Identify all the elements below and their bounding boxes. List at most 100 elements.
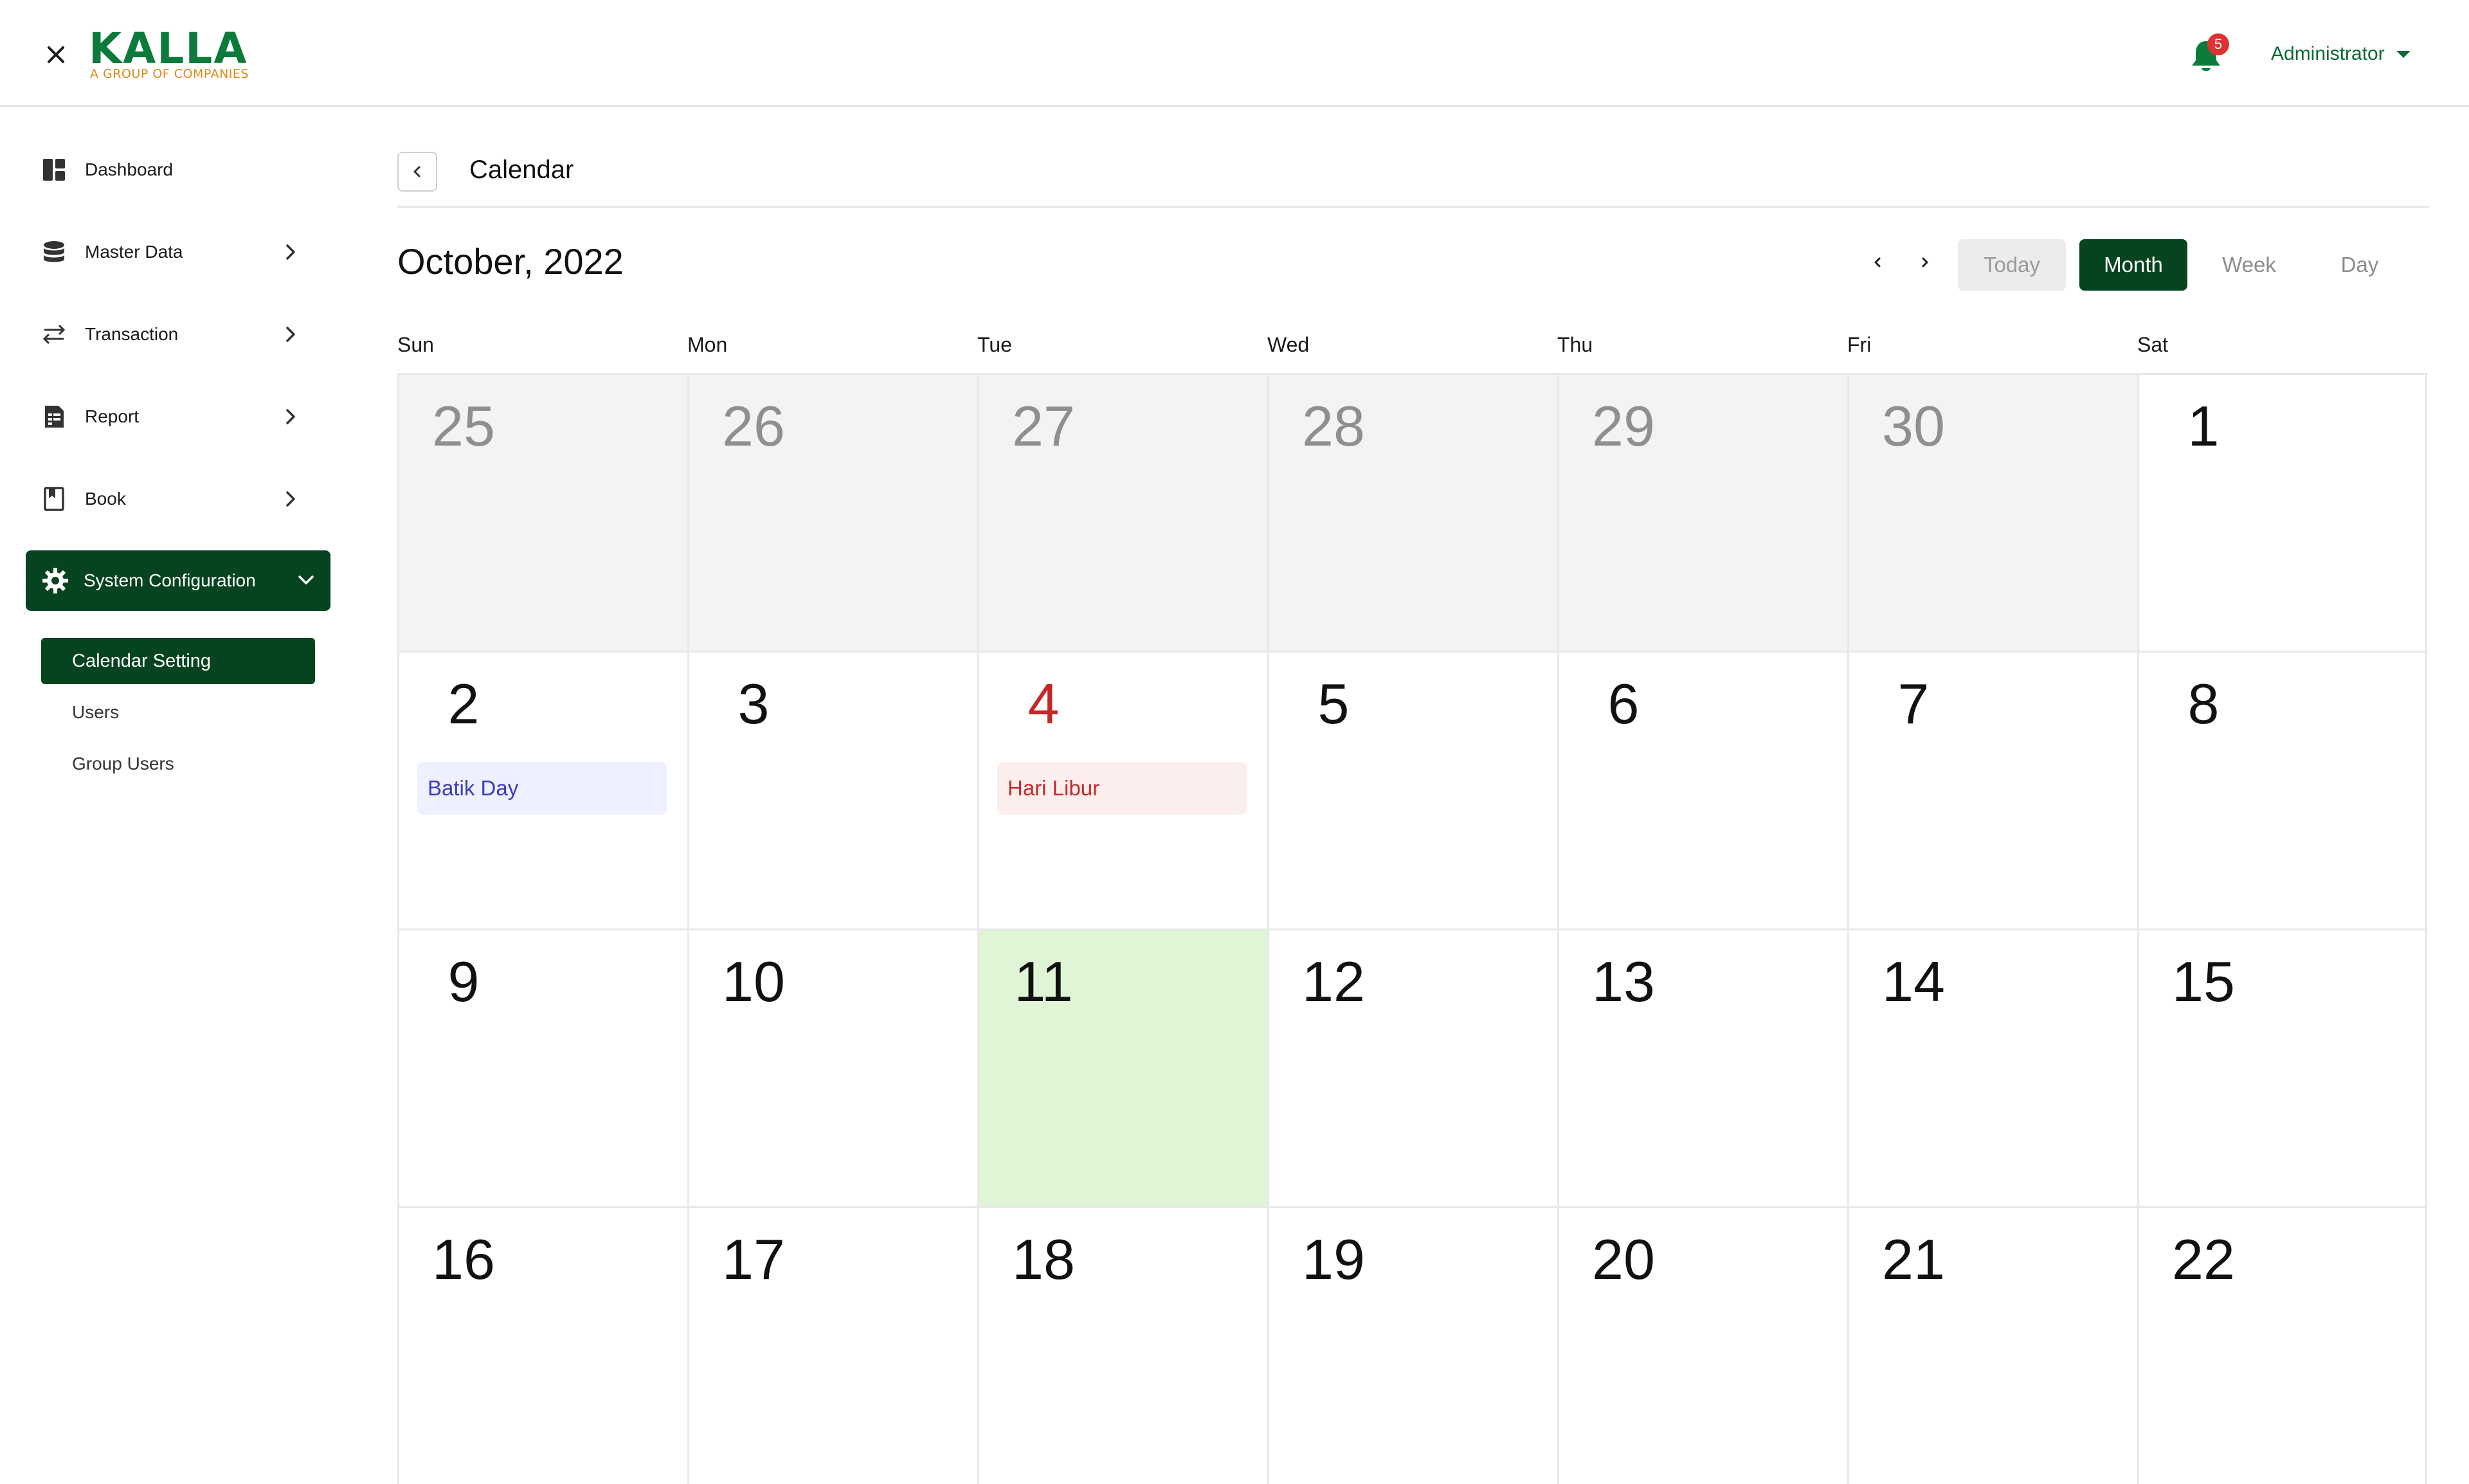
day-number: 5 bbox=[1317, 672, 1350, 736]
sidebar-item-master-data[interactable]: Master Data bbox=[41, 233, 311, 271]
report-icon bbox=[41, 404, 67, 430]
sidebar: Dashboard Master Data Transaction Report… bbox=[0, 107, 360, 1389]
calendar-event[interactable]: Hari Libur bbox=[997, 762, 1247, 815]
weekday-label: Wed bbox=[1267, 333, 1310, 356]
day-number: 7 bbox=[1897, 672, 1930, 736]
sidebar-item-label: Report bbox=[85, 406, 140, 426]
database-icon bbox=[41, 239, 67, 265]
day-number: 15 bbox=[2172, 950, 2235, 1013]
month-view-button[interactable]: Month bbox=[2079, 239, 2187, 291]
weekday-label: Mon bbox=[687, 333, 728, 356]
calendar-day-cell[interactable]: 26 bbox=[687, 373, 977, 651]
chevron-left-icon bbox=[1874, 257, 1881, 267]
sidebar-item-dashboard[interactable]: Dashboard bbox=[41, 150, 311, 189]
logo-tagline: A GROUP OF COMPANIES bbox=[90, 67, 249, 81]
month-label: October, 2022 bbox=[397, 241, 624, 282]
sidebar-item-label: Master Data bbox=[85, 242, 183, 262]
day-number: 21 bbox=[1882, 1227, 1945, 1291]
day-number: 16 bbox=[432, 1227, 495, 1291]
book-icon bbox=[41, 486, 67, 512]
calendar-day-cell[interactable]: 29 bbox=[1557, 373, 1847, 651]
day-number: 12 bbox=[1302, 950, 1365, 1013]
weekday-header: Sun Mon Tue Wed Thu Fri Sat bbox=[397, 333, 2429, 359]
today-button[interactable]: Today bbox=[1958, 239, 2066, 291]
calendar-day-cell[interactable]: 7 bbox=[1847, 651, 2137, 928]
day-number: 2 bbox=[448, 672, 480, 736]
calendar-day-cell[interactable]: 5 bbox=[1267, 651, 1557, 928]
day-view-button[interactable]: Day bbox=[2315, 239, 2405, 291]
day-number: 18 bbox=[1012, 1227, 1075, 1291]
chevron-right-icon bbox=[286, 244, 295, 260]
calendar-day-cell[interactable]: 9 bbox=[397, 928, 687, 1206]
chevron-down-icon bbox=[298, 575, 314, 584]
sidebar-item-transaction[interactable]: Transaction bbox=[41, 315, 311, 354]
calendar-day-cell[interactable]: 14 bbox=[1847, 928, 2137, 1206]
calendar-day-cell[interactable]: 4 Hari Libur bbox=[977, 651, 1267, 928]
day-number: 25 bbox=[432, 394, 495, 458]
calendar-day-cell[interactable]: 10 bbox=[687, 928, 977, 1206]
transfer-icon bbox=[41, 321, 67, 347]
calendar-day-cell-today[interactable]: 11 bbox=[977, 928, 1267, 1206]
calendar-day-cell[interactable]: 2 Batik Day bbox=[397, 651, 687, 928]
day-number: 26 bbox=[722, 394, 785, 458]
back-button[interactable] bbox=[397, 152, 437, 192]
calendar-day-cell[interactable]: 28 bbox=[1267, 373, 1557, 651]
day-number: 22 bbox=[2172, 1227, 2235, 1291]
day-number: 10 bbox=[722, 950, 785, 1013]
prev-month-button[interactable] bbox=[1865, 249, 1890, 275]
next-month-button[interactable] bbox=[1912, 249, 1938, 275]
day-number: 20 bbox=[1592, 1227, 1655, 1291]
day-number: 1 bbox=[2187, 394, 2220, 458]
chevron-right-icon bbox=[1922, 257, 1928, 267]
week-view-button[interactable]: Week bbox=[2195, 239, 2303, 291]
calendar-day-cell[interactable]: 1 bbox=[2137, 373, 2427, 651]
weekday-label: Sat bbox=[2137, 333, 2169, 356]
calendar-day-cell[interactable]: 15 bbox=[2137, 928, 2427, 1206]
calendar-day-cell[interactable]: 18 bbox=[977, 1206, 1267, 1484]
day-number: 29 bbox=[1592, 394, 1655, 458]
weekday-label: Sun bbox=[397, 333, 434, 356]
sidebar-item-label: System Configuration bbox=[84, 570, 256, 590]
calendar-day-cell[interactable]: 16 bbox=[397, 1206, 687, 1484]
dashboard-icon bbox=[41, 157, 67, 183]
calendar-event[interactable]: Batik Day bbox=[417, 762, 667, 815]
divider bbox=[397, 206, 2429, 208]
user-name: Administrator bbox=[2271, 43, 2385, 64]
calendar-day-cell[interactable]: 27 bbox=[977, 373, 1267, 651]
day-number: 17 bbox=[722, 1227, 785, 1291]
kalla-logo: KALLA A GROUP OF COMPANIES bbox=[89, 24, 262, 84]
calendar-day-cell[interactable]: 6 bbox=[1557, 651, 1847, 928]
sidebar-subitem-calendar-setting[interactable]: Calendar Setting bbox=[41, 638, 315, 684]
caret-down-icon bbox=[2396, 50, 2410, 58]
sidebar-subitem-group-users[interactable]: Group Users bbox=[72, 754, 174, 774]
sidebar-subitem-users[interactable]: Users bbox=[72, 702, 119, 723]
day-number: 28 bbox=[1302, 394, 1365, 458]
chevron-right-icon bbox=[286, 409, 295, 424]
calendar-day-cell[interactable]: 25 bbox=[397, 373, 687, 651]
main-content: Calendar October, 2022 Today Month Week … bbox=[397, 107, 2429, 1484]
weekday-label: Fri bbox=[1847, 333, 1872, 356]
calendar-day-cell[interactable]: 8 bbox=[2137, 651, 2427, 928]
chevron-left-icon bbox=[413, 166, 421, 177]
chevron-right-icon bbox=[286, 327, 295, 342]
sidebar-item-book[interactable]: Book bbox=[41, 480, 311, 518]
logo-wordmark: KALLA bbox=[89, 24, 248, 73]
day-number: 8 bbox=[2187, 672, 2220, 736]
calendar-day-cell[interactable]: 30 bbox=[1847, 373, 2137, 651]
day-number: 13 bbox=[1592, 950, 1655, 1013]
sidebar-item-label: Book bbox=[85, 489, 126, 509]
calendar-day-cell[interactable]: 12 bbox=[1267, 928, 1557, 1206]
calendar-day-cell[interactable]: 19 bbox=[1267, 1206, 1557, 1484]
calendar-day-cell[interactable]: 22 bbox=[2137, 1206, 2427, 1484]
calendar-day-cell[interactable]: 3 bbox=[687, 651, 977, 928]
day-number: 19 bbox=[1302, 1227, 1365, 1291]
close-menu-button[interactable] bbox=[41, 40, 71, 69]
calendar-day-cell[interactable]: 21 bbox=[1847, 1206, 2137, 1484]
sidebar-item-report[interactable]: Report bbox=[41, 397, 311, 436]
sidebar-item-system-configuration[interactable]: System Configuration bbox=[26, 550, 330, 611]
calendar-grid: 25 26 27 28 29 30 1 2 Batik Day 3 4 Hari Libur 5 6 7 8 9… bbox=[397, 373, 2429, 1484]
calendar-day-cell[interactable]: 13 bbox=[1557, 928, 1847, 1206]
calendar-day-cell[interactable]: 20 bbox=[1557, 1206, 1847, 1484]
user-menu[interactable]: Administrator bbox=[2271, 41, 2410, 67]
calendar-day-cell[interactable]: 17 bbox=[687, 1206, 977, 1484]
